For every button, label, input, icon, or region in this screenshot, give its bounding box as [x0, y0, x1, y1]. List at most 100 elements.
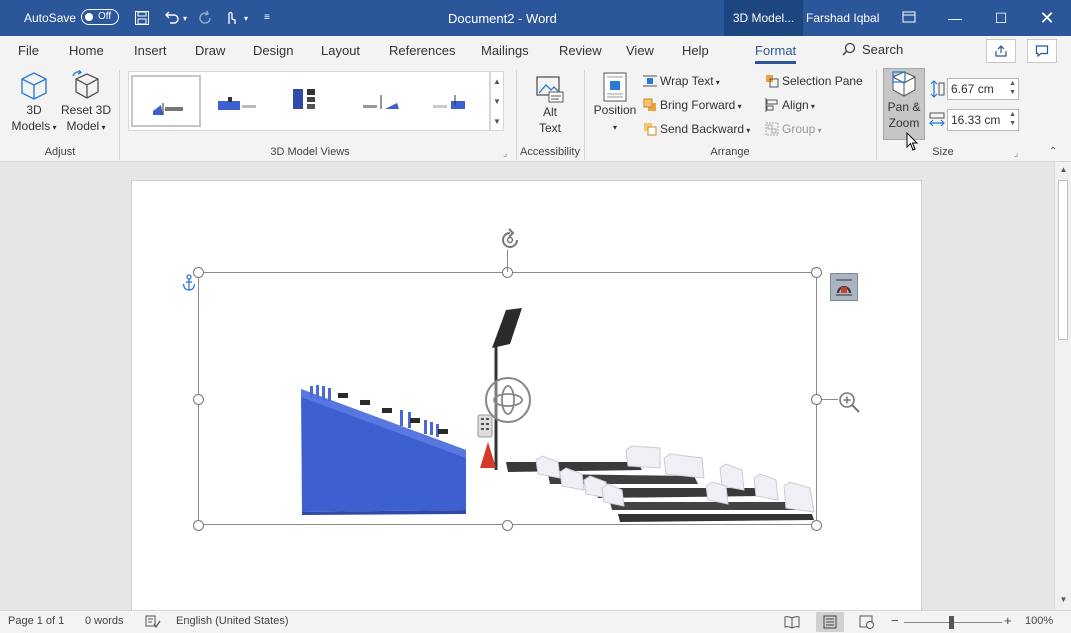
read-mode-icon[interactable] [784, 615, 800, 632]
gallery-down-icon[interactable]: ▼ [491, 92, 503, 112]
maximize-button[interactable]: ☐ [978, 0, 1024, 36]
zoom-level[interactable]: 100% [1025, 615, 1053, 627]
tab-references[interactable]: References [389, 43, 455, 58]
height-icon [929, 80, 945, 101]
gallery-more-icon[interactable]: ▼ [491, 112, 503, 132]
comments-button[interactable] [1027, 39, 1057, 63]
view-thumbnail-5[interactable] [421, 75, 491, 127]
bring-forward-button[interactable]: Bring Forward ▾ [643, 96, 742, 114]
resize-handle-bottom-left[interactable] [193, 520, 204, 531]
tab-file[interactable]: File [18, 43, 39, 58]
resize-handle-bottom[interactable] [502, 520, 513, 531]
proofing-icon[interactable] [145, 615, 161, 632]
minimize-icon: — [948, 10, 962, 26]
touch-mode-icon[interactable] [224, 10, 238, 28]
view-thumbnail-3[interactable] [277, 75, 347, 127]
group-label-accessibility: Accessibility [520, 146, 580, 158]
size-dialog-launcher-icon[interactable]: ⌟ [1014, 148, 1018, 159]
gallery-scroll[interactable]: ▲ ▼ ▼ [490, 71, 504, 131]
position-button[interactable]: Position ▾ [591, 72, 639, 136]
autosave-toggle[interactable]: Off [81, 9, 119, 25]
width-down-icon[interactable]: ▼ [1009, 120, 1016, 127]
save-icon[interactable] [134, 10, 150, 28]
height-down-icon[interactable]: ▼ [1009, 89, 1016, 96]
ribbon: 3D Models ▾ Reset 3D Model ▾ Adjust ▲ ▼ … [0, 66, 1071, 162]
tab-mailings[interactable]: Mailings [481, 43, 529, 58]
web-layout-icon[interactable] [859, 615, 875, 632]
rotate-handle-icon[interactable] [498, 228, 522, 255]
vertical-scrollbar[interactable]: ▲ ▼ [1054, 162, 1071, 610]
3d-models-button[interactable]: 3D Models ▾ [10, 70, 58, 136]
resize-handle-left[interactable] [193, 394, 204, 405]
ribbon-display-icon[interactable] [902, 11, 916, 25]
search-box[interactable]: Search [842, 42, 903, 59]
ribbon-tabs: File Home Insert Draw Design Layout Refe… [0, 36, 1071, 66]
scroll-down-icon[interactable]: ▼ [1055, 595, 1071, 604]
tab-draw[interactable]: Draw [195, 43, 225, 58]
align-icon [765, 98, 779, 112]
align-button[interactable]: Align ▾ [765, 96, 815, 114]
alt-text-button[interactable]: Alt Text [530, 74, 570, 136]
height-field[interactable]: ▲ ▼ [947, 78, 1019, 100]
width-up-icon[interactable]: ▲ [1009, 111, 1016, 118]
undo-dropdown-icon[interactable]: ▾ [183, 12, 187, 26]
undo-icon[interactable] [163, 10, 181, 28]
tab-review[interactable]: Review [559, 43, 602, 58]
touch-dropdown-icon[interactable]: ▾ [244, 12, 248, 26]
collapse-ribbon-icon[interactable]: ⌃ [1049, 146, 1057, 157]
close-button[interactable]: ✕ [1024, 0, 1070, 36]
dialog-launcher-icon[interactable]: ⌟ [503, 148, 507, 159]
reset-3d-model-button[interactable]: Reset 3D Model ▾ [60, 70, 112, 136]
selection-pane-button[interactable]: Selection Pane [765, 72, 863, 90]
position-label: Position [593, 103, 637, 117]
tab-insert[interactable]: Insert [134, 43, 167, 58]
resize-handle-bottom-right[interactable] [811, 520, 822, 531]
user-name[interactable]: Farshad Iqbal [806, 11, 879, 25]
3d-rotate-control-icon[interactable] [485, 377, 531, 426]
tab-layout[interactable]: Layout [321, 43, 360, 58]
customize-toolbar-icon[interactable]: ≡ [264, 11, 270, 25]
resize-handle-top-right[interactable] [811, 267, 822, 278]
zoom-slider-thumb[interactable] [949, 616, 954, 629]
view-thumbnail-1[interactable] [131, 75, 201, 127]
scroll-thumb[interactable] [1058, 180, 1068, 340]
width-field[interactable]: ▲ ▼ [947, 109, 1019, 131]
word-count[interactable]: 0 words [85, 615, 124, 627]
minimize-button[interactable]: — [932, 0, 978, 36]
context-tab-3d-model[interactable]: 3D Model... [724, 0, 803, 36]
tab-format[interactable]: Format [755, 43, 797, 64]
tab-design[interactable]: Design [253, 43, 293, 58]
share-button[interactable] [986, 39, 1016, 63]
language[interactable]: English (United States) [176, 615, 289, 627]
anchor-icon[interactable] [182, 274, 196, 295]
tab-help[interactable]: Help [682, 43, 709, 58]
height-up-icon[interactable]: ▲ [1009, 80, 1016, 87]
wrap-text-button[interactable]: Wrap Text ▾ [643, 72, 720, 90]
send-backward-button[interactable]: Send Backward ▾ [643, 120, 750, 138]
wrap-text-icon [643, 74, 657, 88]
tab-view[interactable]: View [626, 43, 654, 58]
send-backward-label: Send Backward [660, 122, 745, 136]
zoom-in-status-icon[interactable]: + [1004, 613, 1012, 628]
view-thumbnail-2[interactable] [204, 75, 274, 127]
group-icon [765, 122, 779, 136]
pan-zoom-button[interactable]: Pan & Zoom [883, 68, 925, 140]
title-bar: AutoSave Off ▾ ▾ ≡ Document2 - Word 3D M… [0, 0, 1071, 36]
height-input[interactable] [948, 79, 1008, 99]
page-count[interactable]: Page 1 of 1 [8, 615, 64, 627]
zoom-out-icon[interactable]: − [891, 613, 899, 628]
autosave-state: Off [98, 11, 112, 22]
tab-home[interactable]: Home [69, 43, 104, 58]
mouse-cursor-icon [906, 131, 920, 155]
alt-text-line2: Text [538, 121, 561, 135]
width-input[interactable] [948, 110, 1008, 130]
view-thumbnail-4[interactable] [349, 75, 419, 127]
layout-options-button[interactable] [830, 273, 858, 301]
resize-handle-top-left[interactable] [193, 267, 204, 278]
scroll-up-icon[interactable]: ▲ [1055, 165, 1071, 174]
resize-handle-right[interactable] [811, 394, 822, 405]
zoom-in-icon[interactable] [837, 390, 861, 417]
gallery-up-icon[interactable]: ▲ [491, 72, 503, 92]
print-layout-button[interactable] [816, 612, 844, 632]
group-separator [876, 70, 877, 160]
